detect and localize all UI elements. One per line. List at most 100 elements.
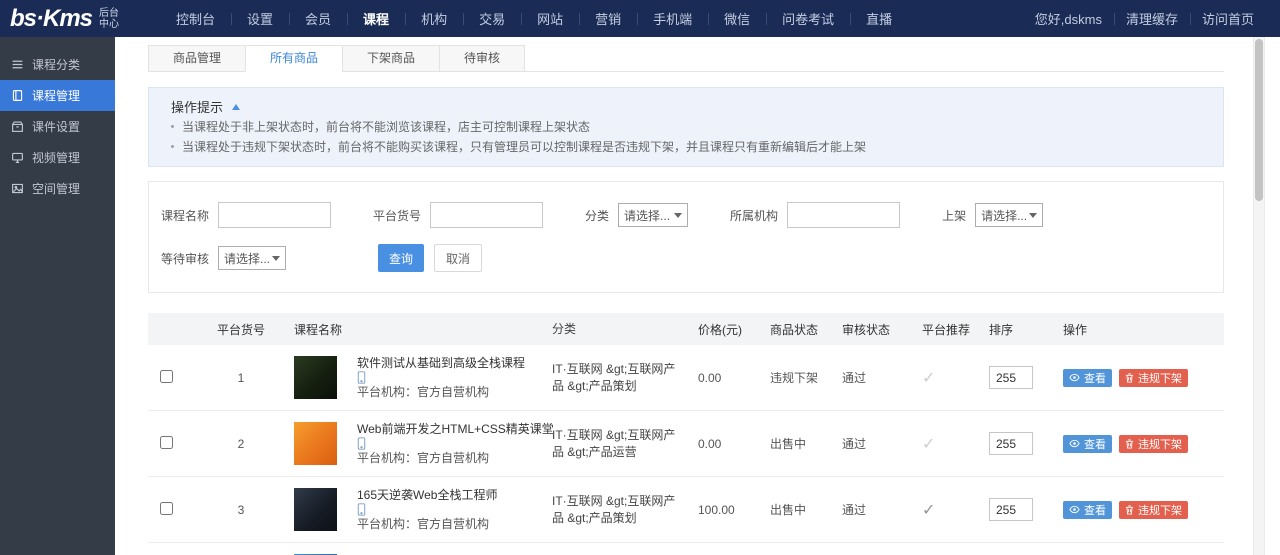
trash-icon <box>1125 505 1134 514</box>
header-category: 分类 <box>552 321 577 336</box>
sidebar-item-course-management[interactable]: 课程管理 <box>0 80 115 111</box>
chevron-down-icon <box>674 213 683 222</box>
clear-cache-link[interactable]: 清理缓存 <box>1114 0 1190 37</box>
nav-item-courses[interactable]: 课程 <box>347 0 405 37</box>
scrollbar-thumb[interactable] <box>1255 39 1263 201</box>
view-button[interactable]: 查看 <box>1063 434 1112 453</box>
nav-item-live[interactable]: 直播 <box>850 0 908 37</box>
org-input[interactable] <box>787 202 901 228</box>
row-checkbox[interactable] <box>160 369 173 383</box>
tab-all-goods[interactable]: 所有商品 <box>245 45 344 72</box>
sidebar-item-course-category[interactable]: 课程分类 <box>0 49 115 80</box>
ban-button[interactable]: 违规下架 <box>1119 500 1188 519</box>
ban-button[interactable]: 违规下架 <box>1119 434 1188 453</box>
category-value: IT·互联网 &gt;互联网产品 &gt;产品策划 <box>552 493 676 525</box>
mobile-icon <box>357 503 366 516</box>
header-operate: 操作 <box>1063 322 1088 337</box>
recommend-check-icon[interactable]: ✓ <box>922 502 935 519</box>
trash-icon <box>1125 373 1134 382</box>
course-thumbnail <box>294 422 337 465</box>
nav-item-console[interactable]: 控制台 <box>160 0 231 37</box>
trash-icon <box>1125 439 1134 448</box>
tab-goods-management[interactable]: 商品管理 <box>148 45 247 72</box>
vertical-scrollbar[interactable] <box>1253 37 1265 555</box>
header-sort: 排序 <box>989 322 1014 337</box>
search-button[interactable]: 查询 <box>378 244 425 272</box>
audit-value: 通过 <box>842 371 867 385</box>
tab-offshelf-goods[interactable]: 下架商品 <box>342 45 441 72</box>
mobile-icon <box>357 371 366 384</box>
tab-pending-audit[interactable]: 待审核 <box>439 45 526 72</box>
shelf-select[interactable]: 请选择... <box>975 203 1044 227</box>
view-button[interactable]: 查看 <box>1063 500 1112 519</box>
visit-home-link[interactable]: 访问首页 <box>1190 0 1266 37</box>
table-row: 1 软件测试从基础到高级全栈课程 平台机构：官方自营机构 IT·互联网 &gt;… <box>148 345 1224 411</box>
sku-value: 2 <box>237 436 245 451</box>
reset-button[interactable]: 取消 <box>434 244 483 272</box>
table-header: 平台货号 课程名称 分类 价格(元) 商品状态 审核状态 平台推荐 排序 操作 <box>148 313 1224 345</box>
row-checkbox[interactable] <box>160 435 173 449</box>
nav-item-members[interactable]: 会员 <box>289 0 347 37</box>
category-label: 分类 <box>585 208 610 223</box>
course-thumbnail <box>294 356 337 399</box>
table-row: 3 165天逆袭Web全栈工程师 平台机构：官方自营机构 IT·互联网 &gt;… <box>148 477 1224 543</box>
nav-item-wechat[interactable]: 微信 <box>708 0 766 37</box>
audit-select[interactable]: 请选择... <box>218 246 287 270</box>
sidebar-item-courseware-settings[interactable]: 课件设置 <box>0 111 115 142</box>
top-nav: 控制台 设置 会员 课程 机构 交易 网站 营销 手机端 微信 问卷考试 直播 <box>160 0 908 37</box>
ban-button[interactable]: 违规下架 <box>1119 368 1188 387</box>
recommend-check-icon[interactable]: ✓ <box>922 436 935 453</box>
course-org: 平台机构：官方自营机构 <box>357 451 490 465</box>
price-value: 0.00 <box>698 436 722 451</box>
logo-subtext: 后台 中心 <box>99 7 120 30</box>
monitor-icon <box>12 152 23 163</box>
header-audit: 审核状态 <box>842 322 891 337</box>
user-greeting[interactable]: 您好,dskms <box>1023 0 1114 37</box>
nav-item-mobile[interactable]: 手机端 <box>637 0 708 37</box>
list-icon <box>12 60 23 69</box>
row-checkbox[interactable] <box>160 501 173 515</box>
header-price: 价格(元) <box>698 322 742 337</box>
collapse-icon[interactable] <box>232 100 241 110</box>
sort-input[interactable] <box>989 366 1033 389</box>
sort-input[interactable] <box>989 432 1033 455</box>
course-name[interactable]: 165天逆袭Web全栈工程师 <box>357 488 497 502</box>
book-icon <box>12 90 23 101</box>
course-org: 平台机构：官方自营机构 <box>357 517 490 531</box>
nav-item-trade[interactable]: 交易 <box>463 0 521 37</box>
course-name-input[interactable] <box>218 202 332 228</box>
sort-input[interactable] <box>989 498 1033 521</box>
image-icon <box>12 183 23 194</box>
nav-item-settings[interactable]: 设置 <box>231 0 289 37</box>
shelf-label: 上架 <box>942 208 967 223</box>
eye-icon <box>1069 373 1080 382</box>
table-row <box>148 543 1224 555</box>
admin-screen: bs·Kms 后台 中心 控制台 设置 会员 课程 机构 交易 网站 营销 手机… <box>0 0 1280 555</box>
sku-value: 3 <box>237 502 245 517</box>
audit-wait-label: 等待审核 <box>161 251 210 266</box>
sku-input[interactable] <box>430 202 544 228</box>
sku-value: 1 <box>237 370 245 385</box>
sidebar: 课程分类 课程管理 课件设置 视频管理 空间管理 <box>0 37 115 555</box>
course-name[interactable]: Web前端开发之HTML+CSS精英课堂 <box>357 422 554 436</box>
logo-text: bs·Kms <box>10 4 93 32</box>
status-value: 违规下架 <box>770 371 819 385</box>
course-thumbnail <box>294 488 337 531</box>
header-status: 商品状态 <box>770 322 819 337</box>
sidebar-item-video-management[interactable]: 视频管理 <box>0 142 115 173</box>
nav-item-marketing[interactable]: 营销 <box>579 0 637 37</box>
nav-item-website[interactable]: 网站 <box>521 0 579 37</box>
notice-line: 当课程处于非上架状态时，前台将不能浏览该课程，店主可控制课程上架状态 <box>171 118 1201 136</box>
eye-icon <box>1069 505 1080 514</box>
nav-item-survey[interactable]: 问卷考试 <box>766 0 850 37</box>
course-name[interactable]: 软件测试从基础到高级全栈课程 <box>357 356 525 370</box>
audit-value: 通过 <box>842 437 867 451</box>
notice-line: 当课程处于违规下架状态时，前台将不能购买该课程，只有管理员可以控制课程是否违规下… <box>171 138 1201 156</box>
recommend-check-icon[interactable]: ✓ <box>922 370 935 387</box>
chevron-down-icon <box>1029 213 1038 222</box>
header-recommend: 平台推荐 <box>922 322 971 337</box>
view-button[interactable]: 查看 <box>1063 368 1112 387</box>
sidebar-item-space-management[interactable]: 空间管理 <box>0 173 115 204</box>
category-select[interactable]: 请选择... <box>618 203 689 227</box>
nav-item-institutions[interactable]: 机构 <box>405 0 463 37</box>
